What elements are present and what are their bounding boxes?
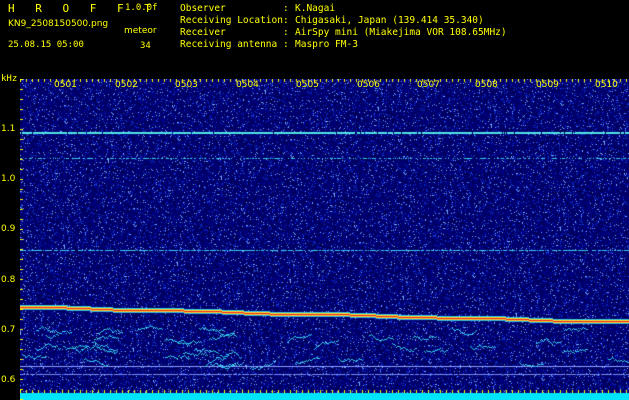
antenna-value: Maspro FM-3 — [295, 39, 358, 50]
observation-datetime: 25.08.15 05:00 — [8, 40, 84, 50]
info-separator: : — [283, 27, 289, 38]
app-version: 1.0.0f — [125, 3, 158, 13]
y-tick-label: 0.7 — [1, 325, 16, 335]
receiver-value: AirSpy mini (Miakejima VOR 108.65MHz) — [295, 27, 507, 38]
observer-value: K.Nagai — [295, 3, 336, 14]
y-tick-label: 1.1 — [1, 124, 16, 134]
location-value: Chigasaki, Japan (139.414 35.340) — [295, 15, 484, 26]
x-tick-label: 0503 — [175, 80, 198, 90]
x-tick-label: 0508 — [475, 80, 498, 90]
x-tick-label: 0501 — [54, 80, 77, 90]
observer-key: Observer — [180, 3, 226, 14]
info-separator: : — [283, 3, 289, 14]
x-tick-label: 0509 — [536, 80, 559, 90]
file-name: KN9_2508150500.png — [8, 19, 109, 29]
x-tick-label: 0507 — [417, 80, 440, 90]
x-tick-label: 0504 — [236, 80, 259, 90]
y-tick-label: 0.8 — [1, 275, 16, 285]
header-panel: H R O F F T 1.0.0f KN9_2508150500.png me… — [0, 0, 629, 74]
x-tick-label: 0506 — [357, 80, 380, 90]
x-tick-label: 0510 — [595, 80, 618, 90]
meteor-count: 34 — [140, 41, 151, 51]
antenna-key: Receiving antenna — [180, 39, 278, 50]
x-tick-label: 0505 — [296, 80, 319, 90]
y-tick-label: 0.9 — [1, 224, 16, 234]
x-tick-label: 0502 — [115, 80, 138, 90]
receiver-key: Receiver — [180, 27, 226, 38]
spectrogram-canvas — [20, 79, 629, 400]
info-separator: : — [283, 39, 289, 50]
info-separator: : — [283, 15, 289, 26]
y-tick-label: 1.0 — [1, 174, 16, 184]
y-axis-unit: kHz — [1, 74, 18, 84]
y-tick-label: 0.6 — [1, 375, 16, 385]
location-key: Receiving Location — [180, 15, 283, 26]
meteor-label: meteor — [124, 26, 157, 36]
